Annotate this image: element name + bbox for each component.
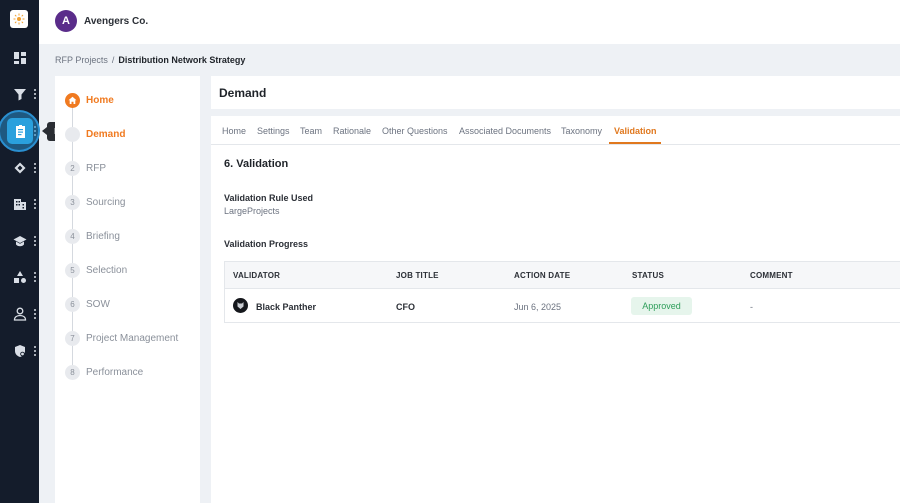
funnel-icon xyxy=(12,87,27,102)
stage-project-management[interactable]: 7 Project Management xyxy=(65,330,178,346)
table-row[interactable]: Black Panther CFO Jun 6, 2025 Approved - xyxy=(225,289,900,323)
validation-rule-value: LargeProjects xyxy=(224,206,280,216)
column-header: JOB TITLE xyxy=(396,271,439,280)
stage-briefing[interactable]: 4 Briefing xyxy=(65,228,120,244)
action-date: Jun 6, 2025 xyxy=(514,302,562,312)
stage-label: Demand xyxy=(86,128,126,140)
building-icon xyxy=(12,197,27,212)
clipboard-icon xyxy=(15,124,25,138)
shapes-icon xyxy=(12,270,27,285)
stage-number: 6 xyxy=(65,296,80,312)
graduation-cap-icon xyxy=(12,234,27,249)
more-options-icon[interactable] xyxy=(33,163,36,173)
app-logo-icon[interactable] xyxy=(10,10,28,28)
stage-sow[interactable]: 6 SOW xyxy=(65,296,110,312)
stage-performance[interactable]: 8 Performance xyxy=(65,364,143,380)
stage-number: 2 xyxy=(65,160,80,176)
more-options-icon[interactable] xyxy=(33,309,36,319)
org-name[interactable]: Avengers Co. xyxy=(84,16,148,27)
table-header: VALIDATOR JOB TITLE ACTION DATE STATUS C… xyxy=(225,262,900,289)
page-header: Demand xyxy=(211,76,900,109)
more-options-icon[interactable] xyxy=(33,272,36,282)
avatar xyxy=(233,298,248,313)
rail-item-funnel[interactable] xyxy=(0,82,39,106)
stage-label: Sourcing xyxy=(86,196,126,208)
validator-name: Black Panther xyxy=(256,302,317,312)
breadcrumb: RFP Projects / Distribution Network Strate… xyxy=(55,55,245,65)
column-header: ACTION DATE xyxy=(514,271,571,280)
tab-taxonomy[interactable]: Taxonomy xyxy=(561,126,602,136)
rail-item-security[interactable] xyxy=(0,339,39,363)
stage-sourcing[interactable]: 3 Sourcing xyxy=(65,194,125,210)
tab-validation[interactable]: Validation xyxy=(614,126,657,136)
active-tab-indicator xyxy=(609,142,661,144)
rail-item-organizations[interactable] xyxy=(0,192,39,216)
stage-label: Selection xyxy=(86,264,128,276)
stage-number: 3 xyxy=(65,194,80,210)
tab-home[interactable]: Home xyxy=(222,126,246,136)
stage-number: 5 xyxy=(65,262,80,278)
validation-rule-label: Validation Rule Used xyxy=(224,193,314,203)
stage-label: RFP xyxy=(86,162,106,174)
stage-demand[interactable]: Demand xyxy=(65,126,125,142)
tab-other-questions[interactable]: Other Questions xyxy=(382,126,448,136)
more-options-icon[interactable] xyxy=(33,346,36,356)
stage-number xyxy=(65,126,80,142)
section-title: 6. Validation xyxy=(224,158,289,170)
page-title: Demand xyxy=(219,86,267,100)
tab-rationale[interactable]: Rationale xyxy=(333,126,371,136)
stage-number: 8 xyxy=(65,364,80,380)
more-options-icon[interactable] xyxy=(33,236,36,246)
stage-label: Project Management xyxy=(86,332,179,344)
stage-number: 4 xyxy=(65,228,80,244)
column-header: COMMENT xyxy=(750,271,793,280)
validation-progress-label: Validation Progress xyxy=(224,239,309,249)
handshake-icon xyxy=(12,161,27,176)
projects-nav-button[interactable] xyxy=(7,118,33,144)
stage-number: 7 xyxy=(65,330,80,346)
stage-label: SOW xyxy=(86,298,110,310)
home-icon xyxy=(65,92,80,108)
tab-settings[interactable]: Settings xyxy=(257,126,290,136)
more-options-icon[interactable] xyxy=(33,89,36,99)
stage-label: Briefing xyxy=(86,230,120,242)
rail-item-dashboard[interactable] xyxy=(0,46,39,70)
column-header: VALIDATOR xyxy=(233,271,281,280)
job-title: CFO xyxy=(396,302,415,312)
more-options-icon[interactable] xyxy=(33,199,36,209)
breadcrumb-separator: / xyxy=(111,55,115,65)
rail-item-users[interactable] xyxy=(0,302,39,326)
rail-item-learning[interactable] xyxy=(0,229,39,253)
stage-label: Performance xyxy=(86,366,144,378)
breadcrumb-parent-link[interactable]: RFP Projects xyxy=(55,55,108,65)
shield-icon xyxy=(12,344,27,359)
main-content: Home Settings Team Rationale Other Quest… xyxy=(211,116,900,503)
stage-label: Home xyxy=(86,94,114,106)
top-bar: A Avengers Co. xyxy=(39,0,900,44)
person-icon xyxy=(12,307,27,322)
stage-navigator: Home Demand 2 RFP 3 Sourcing 4 Briefing … xyxy=(55,76,200,503)
rail-item-deals[interactable] xyxy=(0,156,39,180)
comment: - xyxy=(750,302,753,312)
validation-table: VALIDATOR JOB TITLE ACTION DATE STATUS C… xyxy=(224,261,900,323)
status-badge: Approved xyxy=(631,297,692,315)
tab-team[interactable]: Team xyxy=(300,126,322,136)
stage-home[interactable]: Home xyxy=(65,92,114,108)
org-logo[interactable]: A xyxy=(55,10,77,32)
stage-rfp[interactable]: 2 RFP xyxy=(65,160,106,176)
column-header: STATUS xyxy=(632,271,665,280)
dashboard-icon xyxy=(12,51,27,66)
tab-bar: Home Settings Team Rationale Other Quest… xyxy=(211,116,900,145)
stage-selection[interactable]: 5 Selection xyxy=(65,262,127,278)
rail-item-categories[interactable] xyxy=(0,265,39,289)
tab-associated-documents[interactable]: Associated Documents xyxy=(459,126,551,136)
breadcrumb-current: Distribution Network Strategy xyxy=(118,55,246,65)
left-nav-rail xyxy=(0,0,39,503)
